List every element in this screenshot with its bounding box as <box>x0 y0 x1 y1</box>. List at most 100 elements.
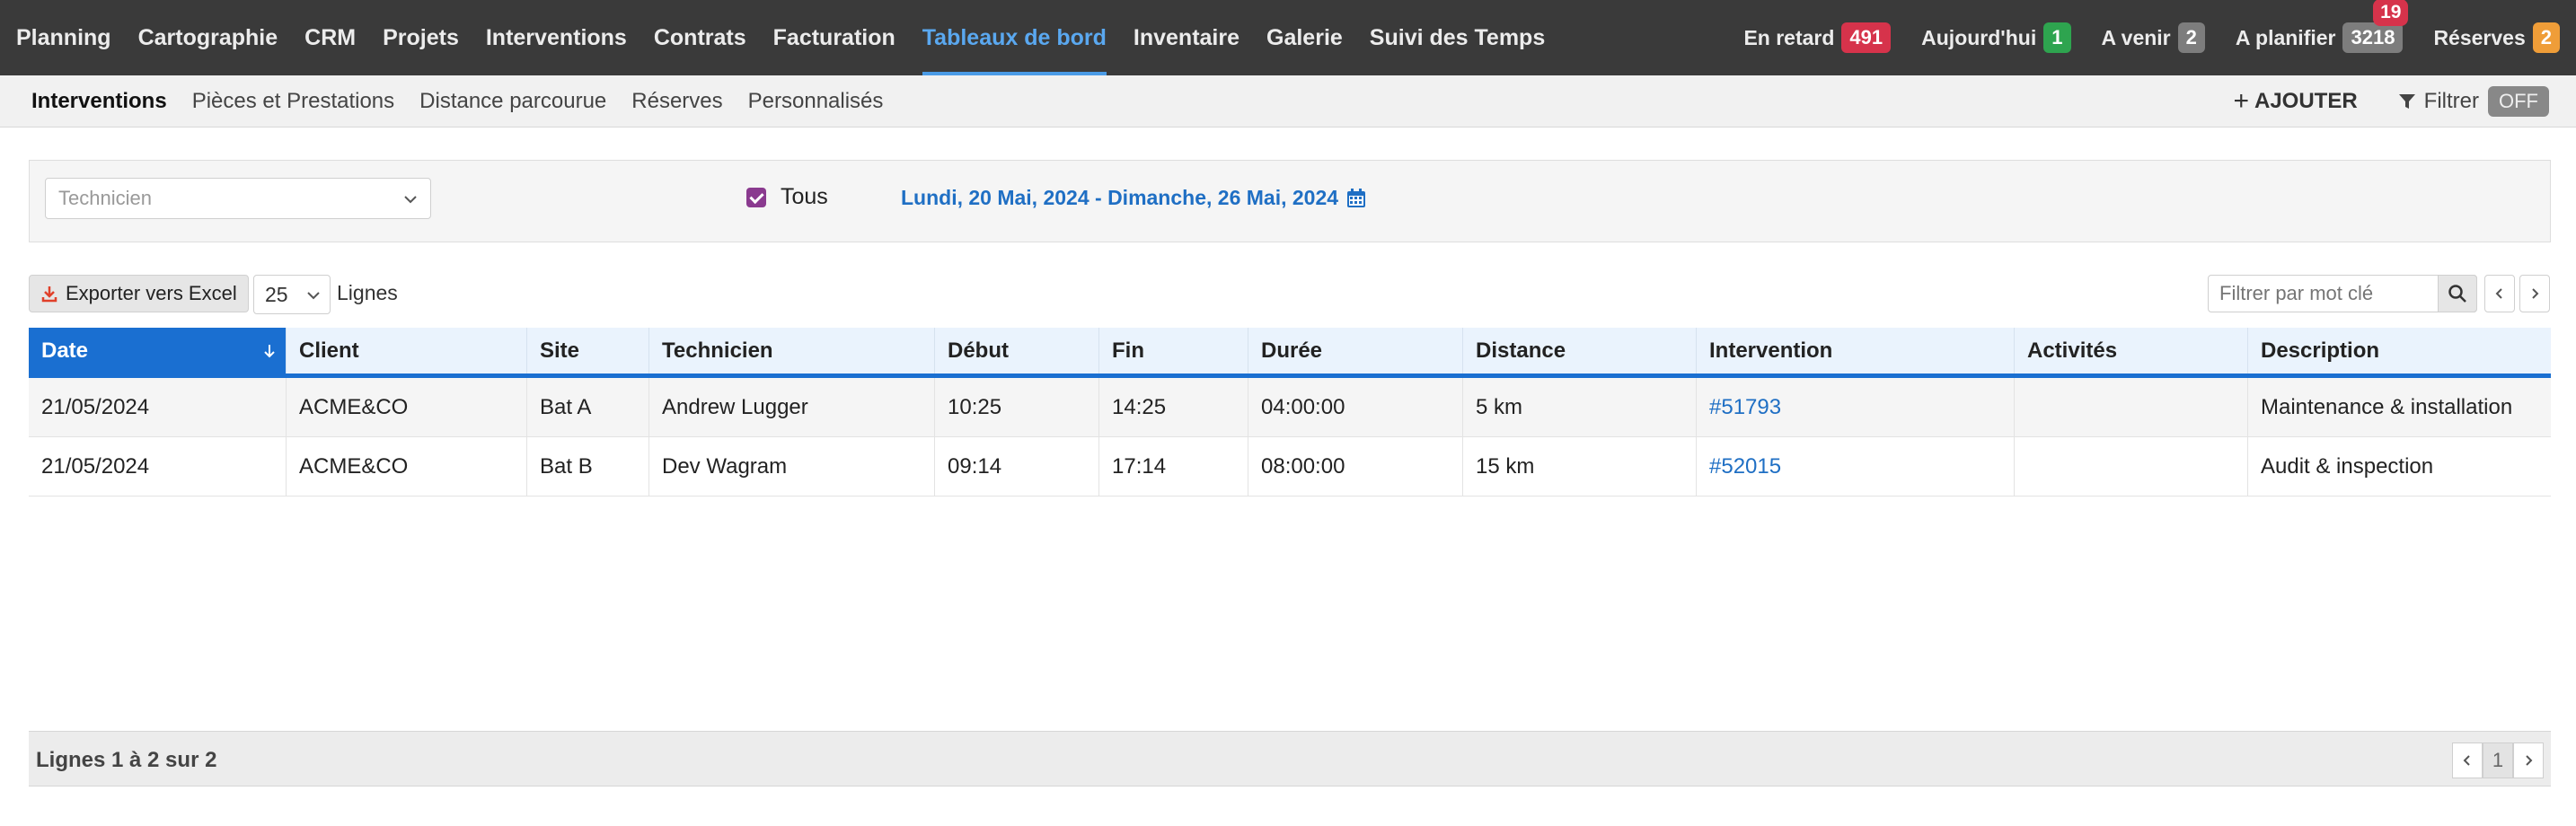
sort-arrow-down-icon <box>264 345 275 358</box>
filter-state-badge: OFF <box>2488 86 2549 117</box>
filter-toggle[interactable]: Filtrer OFF <box>2397 86 2549 117</box>
menu-item-suivi-des-temps[interactable]: Suivi des Temps <box>1370 0 1545 75</box>
export-label: Exporter vers Excel <box>66 282 237 304</box>
menu-item-cartographie[interactable]: Cartographie <box>138 0 278 75</box>
column-header-fin[interactable]: Fin <box>1099 328 1248 373</box>
intervention-link[interactable]: #51793 <box>1697 378 2015 436</box>
all-checkbox-group[interactable]: Tous <box>746 184 828 210</box>
page-number-button[interactable]: 1 <box>2483 743 2513 778</box>
table-row[interactable]: 21/05/2024 ACME&CO Bat A Andrew Lugger 1… <box>29 378 2551 437</box>
cell-duree: 08:00:00 <box>1248 437 1463 496</box>
cell-site: Bat A <box>527 378 649 436</box>
top-navbar: Planning Cartographie CRM Projets Interv… <box>0 0 2576 75</box>
cell-duree: 04:00:00 <box>1248 378 1463 436</box>
all-checkbox[interactable] <box>746 187 766 207</box>
menu-item-interventions[interactable]: Interventions <box>486 0 627 75</box>
plus-icon: + <box>2233 86 2249 116</box>
counter-reserves[interactable]: Réserves 2 <box>2433 22 2560 53</box>
column-header-site[interactable]: Site <box>527 328 649 373</box>
table-row[interactable]: 21/05/2024 ACME&CO Bat B Dev Wagram 09:1… <box>29 437 2551 496</box>
rows-per-page-label: Lignes <box>337 281 398 304</box>
add-button-label: AJOUTER <box>2254 89 2358 113</box>
interventions-table: Date Client Site Technicien Début Fin Du… <box>29 328 2551 496</box>
cell-debut: 10:25 <box>935 378 1099 436</box>
counter-aujourdhui[interactable]: Aujourd'hui 1 <box>1921 22 2071 53</box>
download-icon <box>41 286 57 303</box>
cell-client: ACME&CO <box>287 378 527 436</box>
column-header-description[interactable]: Description <box>2248 328 2551 373</box>
cell-fin: 14:25 <box>1099 378 1248 436</box>
chevron-down-icon <box>307 292 320 300</box>
cell-distance: 15 km <box>1463 437 1697 496</box>
calendar-icon <box>1347 188 1366 207</box>
prev-page-button[interactable] <box>2484 275 2515 312</box>
menu-item-inventaire[interactable]: Inventaire <box>1134 0 1239 75</box>
counter-badge: 3218 <box>2342 22 2404 53</box>
next-page-button[interactable] <box>2519 275 2550 312</box>
chevron-left-icon <box>2495 288 2502 299</box>
menu-item-tableaux-de-bord[interactable]: Tableaux de bord <box>922 0 1107 75</box>
table-footer: Lignes 1 à 2 sur 2 1 <box>29 731 2551 786</box>
column-header-date[interactable]: Date <box>29 328 287 373</box>
menu-item-facturation[interactable]: Facturation <box>773 0 895 75</box>
next-page-button[interactable] <box>2513 743 2544 778</box>
cell-client: ACME&CO <box>287 437 527 496</box>
export-excel-button[interactable]: Exporter vers Excel <box>29 275 249 312</box>
status-counters: En retard 491 Aujourd'hui 1 A venir 2 A … <box>1713 0 2560 75</box>
cell-activites <box>2015 378 2248 436</box>
main-menu: Planning Cartographie CRM Projets Interv… <box>16 0 1572 75</box>
intervention-link[interactable]: #52015 <box>1697 437 2015 496</box>
cell-description: Maintenance & installation <box>2261 394 2513 419</box>
tab-reserves[interactable]: Réserves <box>631 89 722 114</box>
column-header-activites[interactable]: Activités <box>2015 328 2248 373</box>
menu-item-contrats[interactable]: Contrats <box>654 0 746 75</box>
technician-select[interactable]: Technicien <box>45 178 431 219</box>
cell-technicien: Dev Wagram <box>649 437 935 496</box>
counter-label: En retard <box>1743 25 1835 49</box>
technician-placeholder: Technicien <box>58 187 152 209</box>
cell-technicien: Andrew Lugger <box>649 378 935 436</box>
counter-a-planifier[interactable]: A planifier 3218 19 <box>2236 0 2409 53</box>
search-icon <box>2448 285 2466 303</box>
column-header-distance[interactable]: Distance <box>1463 328 1697 373</box>
menu-item-projets[interactable]: Projets <box>383 0 459 75</box>
pagination-info: Lignes 1 à 2 sur 2 <box>36 748 217 772</box>
cell-date: 21/05/2024 <box>29 437 287 496</box>
keyword-filter-input[interactable] <box>2208 275 2477 312</box>
menu-item-galerie[interactable]: Galerie <box>1266 0 1343 75</box>
add-button[interactable]: + AJOUTER <box>2233 86 2357 117</box>
chevron-down-icon <box>404 196 417 204</box>
menu-item-crm[interactable]: CRM <box>304 0 356 75</box>
counter-badge: 2 <box>2532 22 2560 53</box>
prev-page-button[interactable] <box>2452 743 2483 778</box>
chevron-right-icon <box>2526 755 2533 766</box>
filter-panel: Technicien Tous Lundi, 20 Mai, 2024 - Di… <box>29 160 2551 242</box>
notification-pill: 19 <box>2373 0 2409 26</box>
column-header-duree[interactable]: Durée <box>1248 328 1463 373</box>
column-header-debut[interactable]: Début <box>935 328 1099 373</box>
tab-distance-parcourue[interactable]: Distance parcourue <box>419 89 606 114</box>
counter-a-venir[interactable]: A venir 2 <box>2102 22 2205 53</box>
cell-activites <box>2015 437 2248 496</box>
tab-personnalises[interactable]: Personnalisés <box>748 89 884 114</box>
menu-item-planning[interactable]: Planning <box>16 0 111 75</box>
rows-per-page-select[interactable]: 25 <box>253 275 331 314</box>
column-header-intervention[interactable]: Intervention <box>1697 328 2015 373</box>
rows-per-page-value: 25 <box>265 282 288 306</box>
cell-description: Audit & inspection <box>2261 453 2434 479</box>
filter-label: Filtrer <box>2423 89 2479 113</box>
tab-pieces-prestations[interactable]: Pièces et Prestations <box>192 89 394 114</box>
funnel-icon <box>2398 94 2415 109</box>
tab-interventions[interactable]: Interventions <box>31 89 167 114</box>
column-header-client[interactable]: Client <box>287 328 527 373</box>
pagination: 1 <box>2452 743 2544 778</box>
date-range-picker[interactable]: Lundi, 20 Mai, 2024 - Dimanche, 26 Mai, … <box>901 186 1367 210</box>
search-button[interactable] <box>2438 275 2477 312</box>
counter-label: A venir <box>2101 25 2171 49</box>
table-header: Date Client Site Technicien Début Fin Du… <box>29 328 2551 378</box>
column-header-technicien[interactable]: Technicien <box>649 328 935 373</box>
counter-en-retard[interactable]: En retard 491 <box>1743 22 1892 53</box>
cell-site: Bat B <box>527 437 649 496</box>
sub-navbar: Interventions Pièces et Prestations Dist… <box>0 75 2576 127</box>
cell-distance: 5 km <box>1463 378 1697 436</box>
